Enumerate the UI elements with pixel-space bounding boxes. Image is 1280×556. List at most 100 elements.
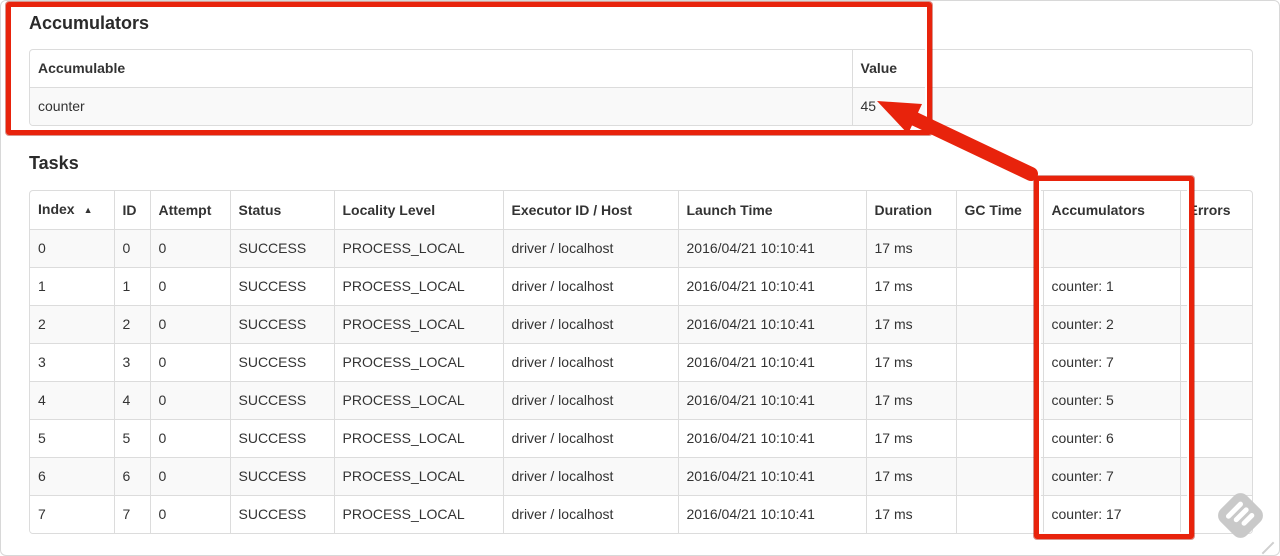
cell-id: 6 xyxy=(113,457,150,496)
column-header-id[interactable]: ID xyxy=(113,191,150,230)
cell-locality-level: PROCESS_LOCAL xyxy=(333,229,503,268)
column-header-accumulators[interactable]: Accumulators xyxy=(1042,191,1180,230)
cell-attempt: 0 xyxy=(149,305,230,344)
cell-locality-level: PROCESS_LOCAL xyxy=(333,305,503,344)
cell-index: 0 xyxy=(30,229,114,268)
cell-status: SUCCESS xyxy=(229,419,334,458)
cell-attempt: 0 xyxy=(149,381,230,420)
accumulators-table: Accumulable Value counter 45 xyxy=(29,49,1253,126)
cell-errors xyxy=(1179,343,1252,382)
cell-id: 4 xyxy=(113,381,150,420)
cell-id: 2 xyxy=(113,305,150,344)
tasks-section-heading: Tasks xyxy=(29,153,79,173)
cell-launch-time: 2016/04/21 10:10:41 xyxy=(677,495,866,533)
sort-ascending-icon: ▲ xyxy=(83,205,93,215)
cell-attempt: 0 xyxy=(149,495,230,533)
cell-duration: 17 ms xyxy=(865,381,956,420)
table-row: 5 5 0 SUCCESS PROCESS_LOCAL driver / localhos… xyxy=(30,419,1252,458)
cell-locality-level: PROCESS_LOCAL xyxy=(333,419,503,458)
cell-errors xyxy=(1179,305,1252,344)
tasks-table: Index ▲ ID Attempt Status Locality Level Execu… xyxy=(29,190,1253,534)
cell-status: SUCCESS xyxy=(229,457,334,496)
column-label: Status xyxy=(238,201,282,218)
column-label: Accumulators xyxy=(1051,201,1145,218)
cell-value: 45 xyxy=(851,87,1252,125)
column-header-index[interactable]: Index ▲ xyxy=(30,191,114,230)
cell-gc-time xyxy=(955,495,1043,533)
cell-launch-time: 2016/04/21 10:10:41 xyxy=(677,229,866,268)
cell-launch-time: 2016/04/21 10:10:41 xyxy=(677,267,866,306)
cell-attempt: 0 xyxy=(149,229,230,268)
cell-duration: 17 ms xyxy=(865,419,956,458)
cell-executor-id-host: driver / localhost xyxy=(502,419,678,458)
cell-accumulators: counter: 7 xyxy=(1042,457,1180,496)
column-label: Value xyxy=(860,60,898,76)
cell-index: 2 xyxy=(30,305,114,344)
cell-status: SUCCESS xyxy=(229,495,334,533)
column-header-launch-time[interactable]: Launch Time xyxy=(677,191,866,230)
cell-accumulators: counter: 5 xyxy=(1042,381,1180,420)
column-label: Locality Level xyxy=(342,201,436,218)
cell-locality-level: PROCESS_LOCAL xyxy=(333,267,503,306)
cell-accumulators: counter: 2 xyxy=(1042,305,1180,344)
cell-gc-time xyxy=(955,381,1043,420)
column-label: Duration xyxy=(874,201,933,218)
cell-gc-time xyxy=(955,305,1043,344)
cell-locality-level: PROCESS_LOCAL xyxy=(333,457,503,496)
cell-accumulators: counter: 17 xyxy=(1042,495,1180,533)
cell-errors xyxy=(1179,267,1252,306)
column-header-locality-level[interactable]: Locality Level xyxy=(333,191,503,230)
column-header-executor-id-host[interactable]: Executor ID / Host xyxy=(502,191,678,230)
cell-status: SUCCESS xyxy=(229,229,334,268)
cell-locality-level: PROCESS_LOCAL xyxy=(333,343,503,382)
cell-index: 6 xyxy=(30,457,114,496)
column-label: Accumulable xyxy=(38,60,126,76)
column-header-status[interactable]: Status xyxy=(229,191,334,230)
column-label: Attempt xyxy=(158,201,212,218)
cell-id: 1 xyxy=(113,267,150,306)
column-header-accumulable[interactable]: Accumulable xyxy=(30,50,852,88)
cell-errors xyxy=(1179,457,1252,496)
column-label: Executor ID / Host xyxy=(511,201,633,218)
table-row: 7 7 0 SUCCESS PROCESS_LOCAL driver / localhos… xyxy=(30,495,1252,533)
column-label: GC Time xyxy=(964,201,1022,218)
cell-executor-id-host: driver / localhost xyxy=(502,457,678,496)
cell-index: 1 xyxy=(30,267,114,306)
cell-executor-id-host: driver / localhost xyxy=(502,381,678,420)
cell-index: 3 xyxy=(30,343,114,382)
table-row: 3 3 0 SUCCESS PROCESS_LOCAL driver / localhos… xyxy=(30,343,1252,382)
cell-gc-time xyxy=(955,267,1043,306)
cell-duration: 17 ms xyxy=(865,495,956,533)
cell-duration: 17 ms xyxy=(865,229,956,268)
table-row: 0 0 0 SUCCESS PROCESS_LOCAL driver / localhos… xyxy=(30,229,1252,268)
column-label: Errors xyxy=(1188,201,1231,218)
cell-duration: 17 ms xyxy=(865,305,956,344)
cell-status: SUCCESS xyxy=(229,267,334,306)
cell-executor-id-host: driver / localhost xyxy=(502,343,678,382)
cell-status: SUCCESS xyxy=(229,305,334,344)
table-row: 4 4 0 SUCCESS PROCESS_LOCAL driver / localhos… xyxy=(30,381,1252,420)
cell-id: 7 xyxy=(113,495,150,533)
column-label: Index xyxy=(38,201,75,217)
cell-attempt: 0 xyxy=(149,457,230,496)
cell-attempt: 0 xyxy=(149,267,230,306)
column-header-value[interactable]: Value xyxy=(851,50,1252,88)
cell-errors xyxy=(1179,495,1252,533)
cell-locality-level: PROCESS_LOCAL xyxy=(333,381,503,420)
cell-errors xyxy=(1179,381,1252,420)
accumulators-header-row: Accumulable Value xyxy=(30,50,1252,88)
cell-accumulators: counter: 1 xyxy=(1042,267,1180,306)
spark-stage-details-page: Accumulators Accumulable Value counter 45 … xyxy=(0,0,1280,556)
cell-duration: 17 ms xyxy=(865,267,956,306)
cell-executor-id-host: driver / localhost xyxy=(502,305,678,344)
cell-id: 3 xyxy=(113,343,150,382)
cell-launch-time: 2016/04/21 10:10:41 xyxy=(677,419,866,458)
column-header-errors[interactable]: Errors xyxy=(1179,191,1252,230)
cell-launch-time: 2016/04/21 10:10:41 xyxy=(677,305,866,344)
cell-status: SUCCESS xyxy=(229,381,334,420)
column-header-gc-time[interactable]: GC Time xyxy=(955,191,1043,230)
table-row: counter 45 xyxy=(30,87,1252,125)
column-header-attempt[interactable]: Attempt xyxy=(149,191,230,230)
cell-executor-id-host: driver / localhost xyxy=(502,229,678,268)
column-header-duration[interactable]: Duration xyxy=(865,191,956,230)
